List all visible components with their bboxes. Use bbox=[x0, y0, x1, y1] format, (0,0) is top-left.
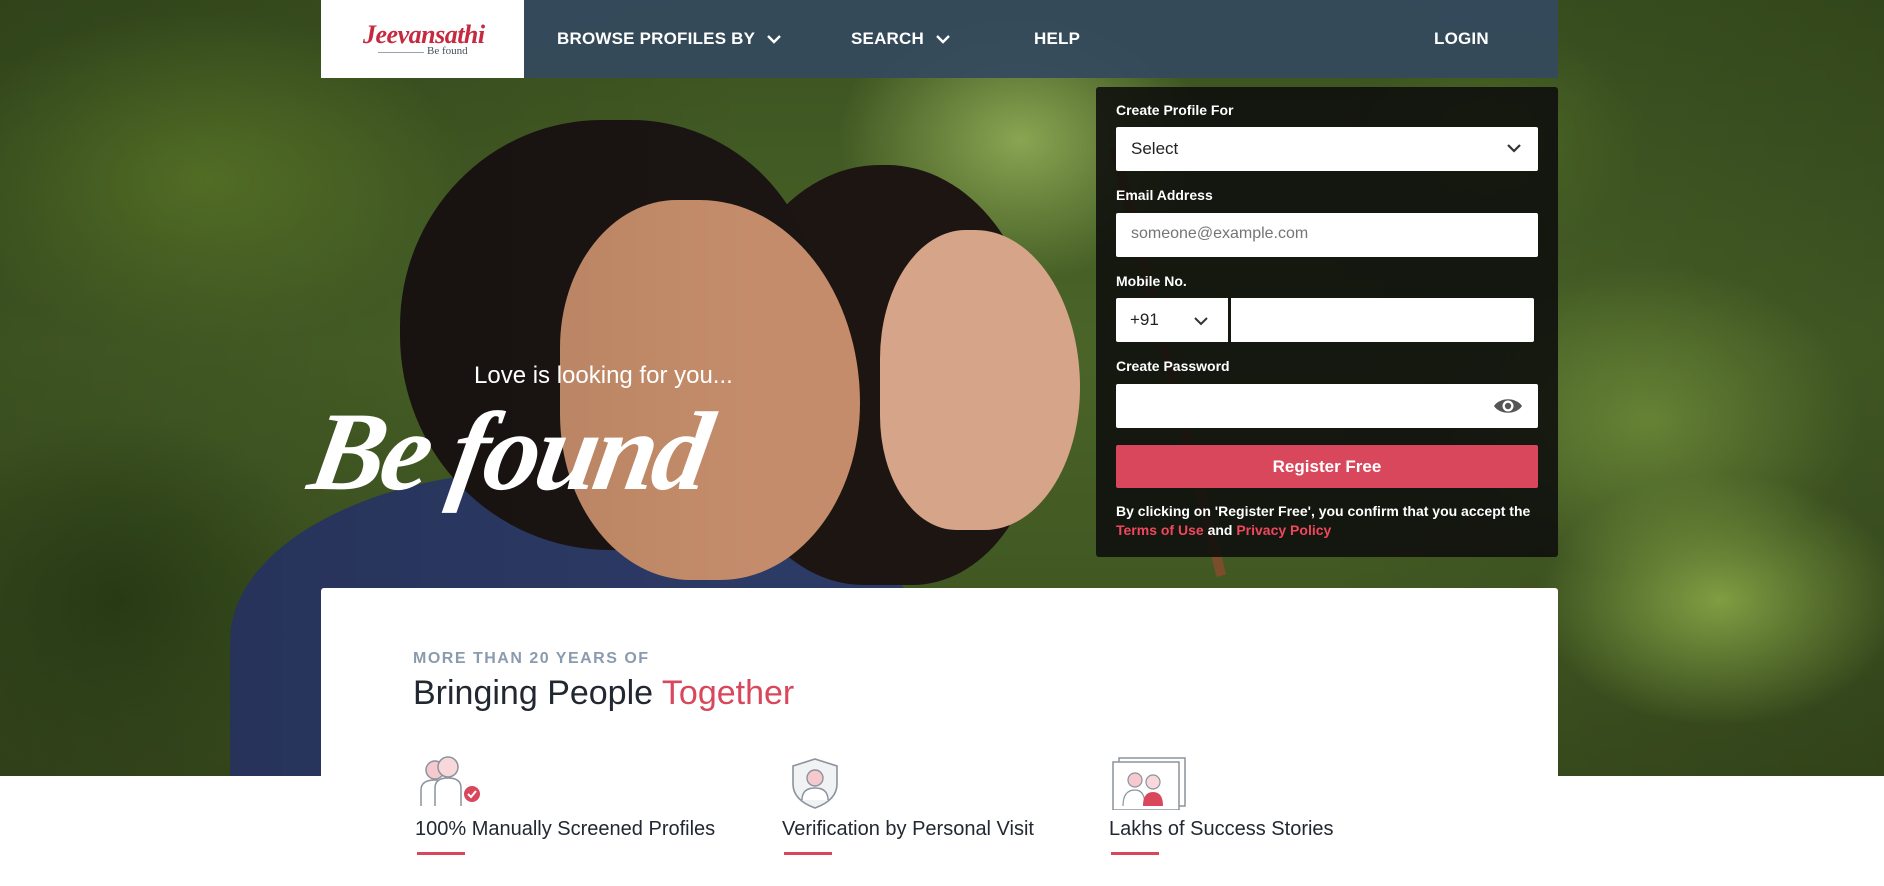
hero-tagline-small: Love is looking for you... bbox=[474, 362, 733, 389]
feature-personal-visit: Verification by Personal Visit bbox=[782, 756, 1102, 886]
nav-browse-profiles-label: BROWSE PROFILES BY bbox=[557, 29, 756, 48]
chevron-down-icon bbox=[1506, 141, 1522, 159]
headline-accent: Together bbox=[661, 674, 795, 712]
privacy-policy-link[interactable]: Privacy Policy bbox=[1236, 522, 1331, 538]
profile-for-value: Select bbox=[1131, 139, 1179, 158]
password-label: Create Password bbox=[1116, 358, 1230, 374]
feature-underline bbox=[784, 852, 832, 855]
eye-icon[interactable] bbox=[1492, 396, 1524, 421]
site-logo[interactable]: Jeevansathi Be found bbox=[321, 0, 524, 78]
feature-underline bbox=[417, 852, 465, 855]
password-input[interactable] bbox=[1116, 384, 1538, 428]
email-input[interactable] bbox=[1131, 225, 1521, 243]
mobile-number-input[interactable] bbox=[1231, 298, 1534, 342]
people-check-icon bbox=[415, 756, 485, 813]
logo-tagline: Be found bbox=[427, 45, 468, 57]
features-section: MORE THAN 20 YEARS OF Bringing People To… bbox=[321, 588, 1558, 886]
headline-plain: Bringing People bbox=[413, 674, 654, 712]
login-link[interactable]: LOGIN bbox=[1434, 0, 1489, 78]
feature-screened-profiles: 100% Manually Screened Profiles bbox=[415, 756, 735, 886]
hero-tagline-big: Be found bbox=[301, 390, 718, 514]
country-code-value: +91 bbox=[1130, 310, 1159, 329]
nav-search[interactable]: SEARCH bbox=[851, 0, 950, 78]
terms-of-use-link[interactable]: Terms of Use bbox=[1116, 522, 1204, 538]
chevron-down-icon bbox=[936, 29, 950, 49]
nav-help[interactable]: HELP bbox=[1034, 0, 1080, 78]
feature-success-stories: Lakhs of Success Stories bbox=[1109, 756, 1429, 886]
profile-for-label: Create Profile For bbox=[1116, 102, 1234, 118]
chevron-down-icon bbox=[767, 29, 782, 49]
profile-for-select[interactable]: Select bbox=[1116, 127, 1538, 171]
feature-title: 100% Manually Screened Profiles bbox=[415, 818, 716, 840]
email-label: Email Address bbox=[1116, 187, 1213, 203]
logo-divider bbox=[378, 52, 424, 53]
terms-and: and bbox=[1207, 522, 1233, 538]
chevron-down-icon bbox=[1194, 313, 1208, 331]
photo-frame-couple-icon bbox=[1111, 756, 1187, 815]
register-free-button[interactable]: Register Free bbox=[1116, 445, 1538, 488]
country-code-select[interactable]: +91 bbox=[1116, 298, 1228, 342]
feature-title: Lakhs of Success Stories bbox=[1109, 818, 1334, 840]
nav-search-label: SEARCH bbox=[851, 29, 924, 48]
terms-prefix: By clicking on 'Register Free', you conf… bbox=[1116, 503, 1531, 519]
email-field bbox=[1116, 213, 1538, 257]
feature-underline bbox=[1111, 852, 1159, 855]
registration-form: Create Profile For Select Email Address … bbox=[1096, 87, 1558, 557]
nav-help-label: HELP bbox=[1034, 29, 1081, 48]
terms-notice: By clicking on 'Register Free', you conf… bbox=[1116, 502, 1546, 540]
section-eyebrow: MORE THAN 20 YEARS OF bbox=[413, 650, 650, 667]
top-navbar: Jeevansathi Be found BROWSE PROFILES BY … bbox=[321, 0, 1558, 78]
login-label: LOGIN bbox=[1434, 29, 1489, 48]
nav-browse-profiles[interactable]: BROWSE PROFILES BY bbox=[557, 0, 782, 78]
section-headline: Bringing People Together bbox=[413, 674, 794, 713]
feature-title: Verification by Personal Visit bbox=[782, 818, 1034, 840]
mobile-label: Mobile No. bbox=[1116, 273, 1187, 289]
shield-person-icon bbox=[788, 756, 842, 815]
